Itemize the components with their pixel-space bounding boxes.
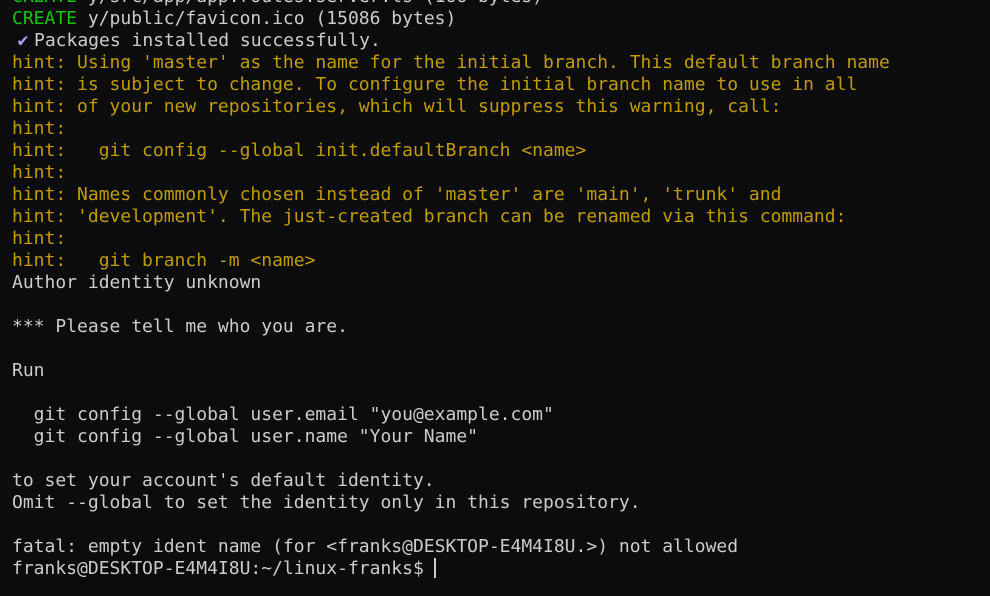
terminal-line: Author identity unknown bbox=[12, 272, 990, 294]
hint-text: hint: Using 'master' as the name for the… bbox=[12, 52, 890, 73]
output-text: git config --global user.email "you@exam… bbox=[12, 404, 554, 425]
success-message: Packages installed successfully. bbox=[34, 30, 381, 51]
terminal-line: hint: git branch -m <name> bbox=[12, 250, 990, 272]
terminal-line: Run bbox=[12, 360, 990, 382]
hint-text: hint: 'development'. The just-created br… bbox=[12, 206, 847, 227]
output-text: Author identity unknown bbox=[12, 272, 262, 293]
hint-text: hint: bbox=[12, 118, 67, 139]
terminal-line: CREATE y/public/favicon.ico (15086 bytes… bbox=[12, 8, 990, 30]
terminal-line: Omit --global to set the identity only i… bbox=[12, 492, 990, 514]
terminal-line: hint: 'development'. The just-created br… bbox=[12, 206, 990, 228]
hint-text: hint: bbox=[12, 162, 67, 183]
terminal-line: hint: bbox=[12, 118, 990, 140]
text-cursor[interactable] bbox=[433, 558, 436, 578]
create-label: CREATE bbox=[12, 8, 78, 29]
output-text: Omit --global to set the identity only i… bbox=[12, 492, 641, 513]
hint-text: hint: git branch -m <name> bbox=[12, 250, 316, 271]
terminal-line: ✔ Packages installed successfully. bbox=[12, 30, 990, 52]
hint-text: hint: git config --global init.defaultBr… bbox=[12, 140, 587, 161]
terminal-line: hint: bbox=[12, 228, 990, 250]
hint-text: hint: is subject to change. To configure… bbox=[12, 74, 858, 95]
hint-text: hint: bbox=[12, 228, 67, 249]
terminal-line: fatal: empty ident name (for <franks@DES… bbox=[12, 536, 990, 558]
terminal-line: git config --global user.email "you@exam… bbox=[12, 404, 990, 426]
hint-text: hint: Names commonly chosen instead of '… bbox=[12, 184, 782, 205]
terminal-window[interactable]: CREATE y/src/app/app.routes.server.ts (1… bbox=[0, 0, 990, 596]
output-text: git config --global user.name "Your Name… bbox=[12, 426, 478, 447]
output-text: to set your account's default identity. bbox=[12, 470, 435, 491]
terminal-line: git config --global user.name "Your Name… bbox=[12, 426, 990, 448]
created-file-text: y/src/app/app.routes.server.ts (166 byte… bbox=[77, 0, 543, 7]
terminal-line: hint: bbox=[12, 162, 990, 184]
shell-prompt: franks@DESKTOP-E4M4I8U:~/linux-franks$ bbox=[12, 558, 424, 579]
output-text: *** Please tell me who you are. bbox=[12, 316, 348, 337]
terminal-line: hint: Using 'master' as the name for the… bbox=[12, 52, 990, 74]
output-text: Run bbox=[12, 360, 45, 381]
terminal-line: hint: is subject to change. To configure… bbox=[12, 74, 990, 96]
created-file-text: y/public/favicon.ico (15086 bytes) bbox=[77, 8, 457, 29]
terminal-line: *** Please tell me who you are. bbox=[12, 316, 990, 338]
hint-text: hint: of your new repositories, which wi… bbox=[12, 96, 782, 117]
terminal-line: CREATE y/src/app/app.routes.server.ts (1… bbox=[12, 0, 990, 8]
prompt-line[interactable]: franks@DESKTOP-E4M4I8U:~/linux-franks$ bbox=[12, 558, 990, 580]
terminal-line: hint: of your new repositories, which wi… bbox=[12, 96, 990, 118]
check-icon: ✔ bbox=[17, 30, 29, 51]
terminal-output: CREATE y/src/app/app.routes.server.ts (1… bbox=[12, 0, 990, 580]
create-label: CREATE bbox=[12, 0, 77, 7]
output-text: fatal: empty ident name (for <franks@DES… bbox=[12, 536, 739, 557]
terminal-line: to set your account's default identity. bbox=[12, 470, 990, 492]
terminal-line: hint: Names commonly chosen instead of '… bbox=[12, 184, 990, 206]
terminal-line: hint: git config --global init.defaultBr… bbox=[12, 140, 990, 162]
